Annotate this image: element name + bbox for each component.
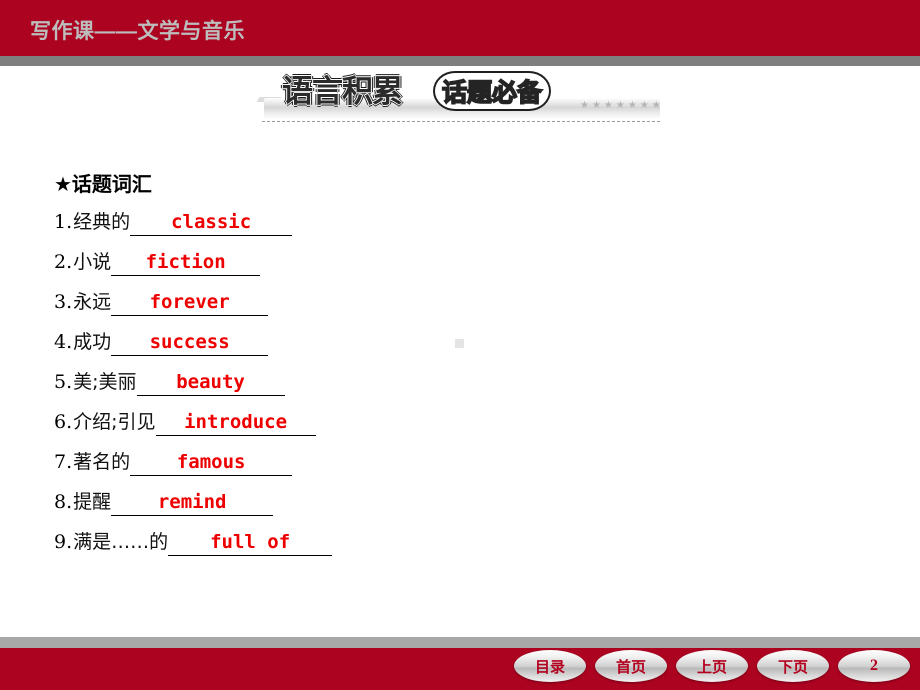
item-chinese-term: 满是……的 [73,531,169,553]
list-item: 5. 美;美丽 beauty [54,367,754,407]
item-chinese-term: 成功 [73,331,112,353]
section-title: 语言积累 [282,74,403,110]
nav-home-button-label: 首页 [615,657,646,676]
item-chinese-term: 介绍;引见 [73,411,156,433]
item-number: 2. [54,251,73,273]
main-content: ★话题词汇 1. 经典的 classic 2. 小说 fiction 3. 永远 forev… [54,168,754,567]
item-answer-blank: beauty [136,371,285,396]
item-answer-blank: remind [111,491,274,516]
navigation-buttons: 目录 首页 上页 下页 2 [514,650,910,682]
item-chinese-term: 著名的 [73,451,131,473]
section-badge-label: 话题必备 [441,77,543,108]
list-item: 7. 著名的 famous [54,447,754,487]
top-divider [0,56,920,66]
page-number-badge-label: 2 [870,657,878,674]
nav-contents-button-label: 目录 [534,657,565,676]
list-item: 8. 提醒 remind [54,487,754,527]
item-answer-blank: classic [130,211,293,236]
lesson-title: 写作课——文学与音乐 [30,20,245,43]
item-answer-blank: introduce [155,411,316,436]
list-item: 1. 经典的 classic [54,207,754,247]
list-item: 9. 满是……的 full of [54,527,754,567]
section-header: 语言积累 话题必备 ★★★★★★★ [256,71,668,128]
list-item: 6. 介绍;引见 introduce [54,407,754,447]
list-item: 2. 小说 fiction [54,247,754,287]
watermark-dot [455,339,464,348]
item-answer-blank: forever [111,291,269,316]
item-number: 3. [54,291,73,313]
item-number: 9. [54,531,73,553]
item-number: 4. [54,331,73,353]
item-number: 7. [54,451,73,473]
list-item: 4. 成功 success [54,327,754,367]
item-answer-blank: full of [168,531,333,556]
topic-vocabulary-heading: ★话题词汇 [54,172,152,196]
item-chinese-term: 提醒 [73,491,112,513]
nav-next-button[interactable]: 下页 [757,650,829,682]
header-dashed-rule [262,121,660,122]
star-decoration-icon: ★★★★★★★ [580,100,664,111]
vocabulary-list: 1. 经典的 classic 2. 小说 fiction 3. 永远 forever 4. 成功… [54,207,754,567]
nav-prev-button[interactable]: 上页 [676,650,748,682]
list-item: 3. 永远 forever [54,287,754,327]
bottom-divider [0,637,920,648]
item-number: 1. [54,211,73,233]
item-chinese-term: 经典的 [73,211,131,233]
item-chinese-term: 小说 [73,251,112,273]
item-chinese-term: 永远 [73,291,112,313]
page-number-badge: 2 [838,650,910,682]
section-badge: 话题必备 [433,71,552,111]
item-answer-blank: fiction [111,251,261,276]
item-number: 6. [54,411,73,433]
nav-prev-button-label: 上页 [696,657,727,676]
item-chinese-term: 美;美丽 [73,371,137,393]
nav-contents-button[interactable]: 目录 [514,650,586,682]
nav-next-button-label: 下页 [777,657,808,676]
top-banner: 写作课——文学与音乐 [0,0,920,56]
item-answer-blank: success [111,331,269,356]
item-number: 5. [54,371,73,393]
item-answer-blank: famous [130,451,293,476]
nav-home-button[interactable]: 首页 [595,650,667,682]
item-number: 8. [54,491,73,513]
